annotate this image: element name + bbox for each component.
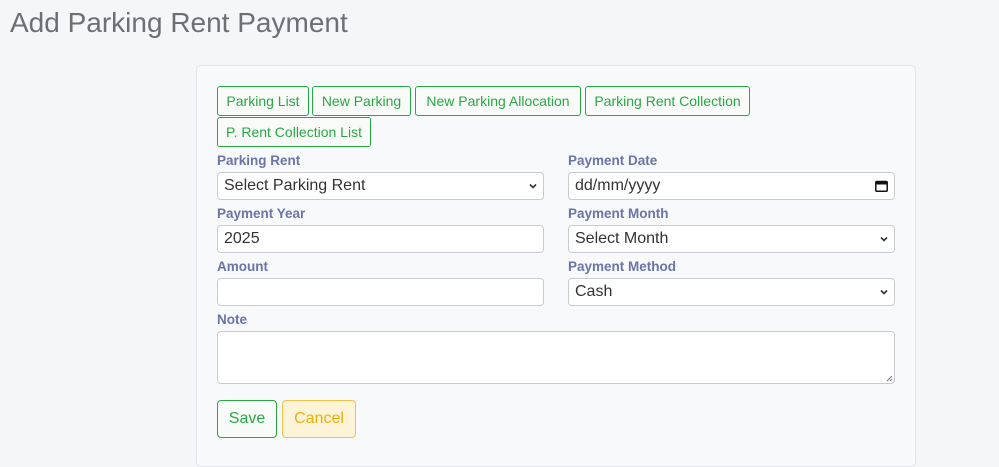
parking-list-button[interactable]: Parking List [217, 86, 309, 116]
new-parking-button[interactable]: New Parking [312, 86, 411, 116]
payment-month-select[interactable]: Select Month [568, 225, 895, 253]
payment-method-label: Payment Method [568, 259, 677, 274]
payment-year-value: 2025 [224, 230, 260, 247]
payment-month-label: Payment Month [568, 206, 669, 221]
new-parking-allocation-button[interactable]: New Parking Allocation [415, 86, 581, 116]
parking-rent-selected-value: Select Parking Rent [224, 177, 366, 194]
payment-month-selected-value: Select Month [575, 230, 669, 247]
parking-rent-select[interactable]: Select Parking Rent [217, 172, 544, 200]
save-button[interactable]: Save [217, 400, 277, 438]
payment-year-input[interactable]: 2025 [217, 225, 544, 253]
rent-collection-list-button[interactable]: P. Rent Collection List [217, 117, 371, 147]
chevron-down-icon [529, 183, 537, 189]
payment-date-placeholder: dd/mm/yyyy [575, 177, 661, 194]
calendar-icon[interactable] [875, 180, 888, 192]
resize-handle-icon[interactable] [884, 373, 893, 382]
amount-label: Amount [217, 259, 268, 274]
payment-year-label: Payment Year [217, 206, 306, 221]
note-label: Note [217, 312, 247, 327]
note-textarea[interactable] [217, 331, 895, 384]
amount-input[interactable] [217, 278, 544, 306]
chevron-down-icon [880, 289, 888, 295]
form-card: Parking List New Parking New Parking All… [196, 65, 916, 467]
parking-rent-label: Parking Rent [217, 153, 301, 168]
cancel-button[interactable]: Cancel [282, 400, 356, 438]
payment-method-selected-value: Cash [575, 283, 613, 300]
payment-method-select[interactable]: Cash [568, 278, 895, 306]
payment-date-input[interactable]: dd/mm/yyyy [568, 172, 895, 200]
parking-rent-collection-button[interactable]: Parking Rent Collection [585, 86, 750, 116]
payment-date-label: Payment Date [568, 153, 658, 168]
page-title: Add Parking Rent Payment [10, 7, 348, 38]
chevron-down-icon [880, 236, 888, 242]
